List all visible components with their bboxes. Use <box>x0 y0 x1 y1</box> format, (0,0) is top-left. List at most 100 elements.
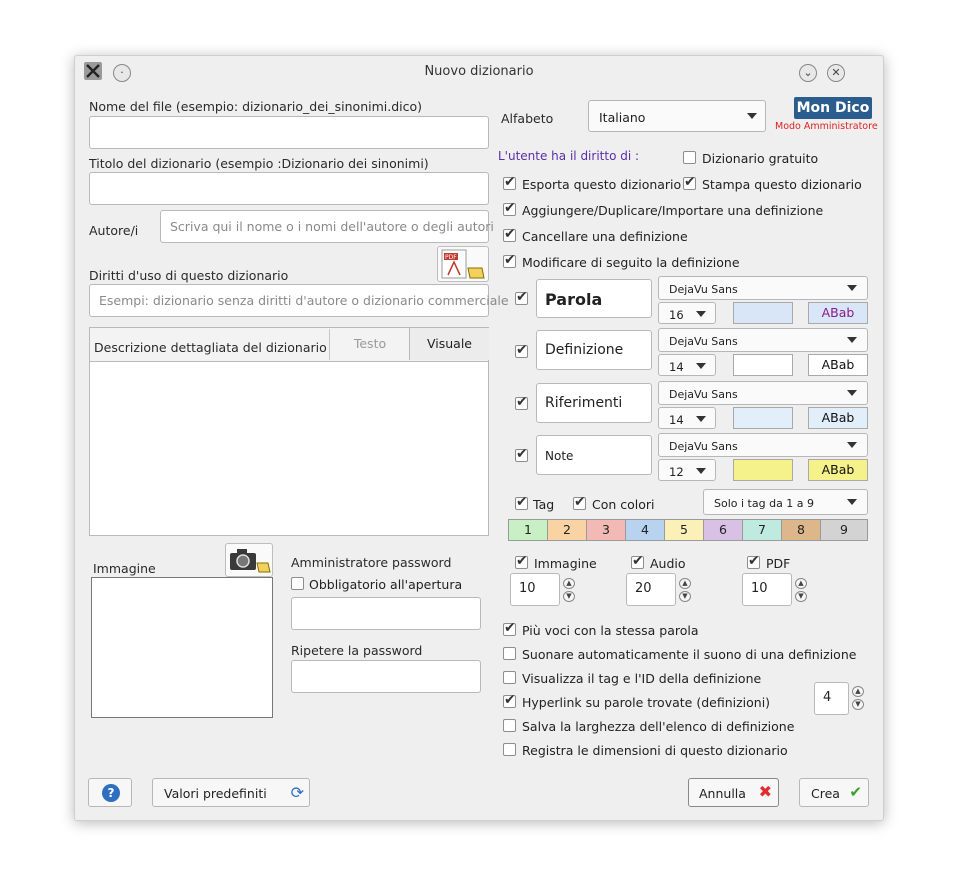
option-save-width-checkbox[interactable] <box>503 719 516 732</box>
spin-down-icon[interactable]: ▼ <box>852 699 864 710</box>
camera-icon[interactable] <box>225 543 273 577</box>
tag-4[interactable]: 4 <box>626 520 665 540</box>
dialog-window: · Nuovo dizionario ⌄ ✕ Nome del file (es… <box>74 55 884 821</box>
spin-down-icon[interactable]: ▼ <box>679 591 691 602</box>
delete-checkbox[interactable] <box>503 226 516 242</box>
media-image-spinbox[interactable]: 10 <box>510 573 560 606</box>
media-pdf-checkbox[interactable] <box>747 553 760 569</box>
close-button[interactable]: ✕ <box>827 64 845 82</box>
tag-6[interactable]: 6 <box>704 520 743 540</box>
field-note-name[interactable]: Note <box>536 435 652 475</box>
field-definizione-checkbox[interactable] <box>515 342 528 358</box>
add-label: Aggiungere/Duplicare/Importare una defin… <box>522 203 824 218</box>
help-button[interactable]: ? <box>88 778 132 807</box>
admin-password-input[interactable] <box>291 597 481 630</box>
logo-title: Mon Dico <box>796 100 870 116</box>
chevron-down-icon <box>696 311 706 317</box>
image-preview[interactable] <box>91 577 273 718</box>
spin-down-icon[interactable]: ▼ <box>563 591 575 602</box>
option-show-tag-id-checkbox[interactable] <box>503 671 516 684</box>
field-definizione-bg-color[interactable] <box>733 354 793 376</box>
field-riferimenti-font-select[interactable]: DejaVu Sans <box>658 381 868 405</box>
colors-checkbox[interactable] <box>573 494 586 510</box>
chevron-down-icon <box>847 285 857 291</box>
field-note-font-select[interactable]: DejaVu Sans <box>658 433 868 457</box>
add-checkbox[interactable] <box>503 200 516 216</box>
field-parola-font: DejaVu Sans <box>669 283 738 296</box>
tag-9[interactable]: 9 <box>821 520 867 540</box>
free-dict-checkbox[interactable] <box>683 151 696 164</box>
spin-up-icon[interactable]: ▲ <box>795 578 807 589</box>
tag-5[interactable]: 5 <box>665 520 704 540</box>
media-image-checkbox[interactable] <box>515 553 528 569</box>
field-note-text: Note <box>545 449 574 463</box>
tab-testo[interactable]: Testo <box>329 329 410 360</box>
cancel-button[interactable]: Annulla ✖ <box>688 778 779 807</box>
option-save-size-checkbox[interactable] <box>503 743 516 756</box>
tag-checkbox[interactable] <box>515 494 528 510</box>
tag-range-select[interactable]: Solo i tag da 1 a 9 <box>703 489 868 515</box>
media-pdf-label: PDF <box>766 556 791 571</box>
option-multiple-entries-checkbox[interactable] <box>503 620 516 636</box>
field-riferimenti-bg-color[interactable] <box>733 407 793 429</box>
field-riferimenti-sample[interactable]: ABab <box>808 407 868 429</box>
field-note-bg-color[interactable] <box>733 459 793 481</box>
field-parola-size-select[interactable]: 16 <box>658 302 716 324</box>
tag-8[interactable]: 8 <box>782 520 821 540</box>
field-parola-checkbox[interactable] <box>515 289 528 305</box>
spin-up-icon[interactable]: ▲ <box>852 686 864 697</box>
minimize-button[interactable]: ⌄ <box>799 64 817 82</box>
media-pdf-value: 10 <box>751 581 768 596</box>
pdf-open-icon[interactable]: PDF <box>437 246 489 282</box>
field-definizione-sample[interactable]: ABab <box>808 354 868 376</box>
hyperlink-spin-buttons[interactable]: ▲ ▼ <box>852 686 864 710</box>
field-note-checkbox[interactable] <box>515 446 528 462</box>
tab-visuale[interactable]: Visuale <box>409 328 489 360</box>
field-parola-name[interactable]: Parola <box>536 279 652 318</box>
tag-3[interactable]: 3 <box>587 520 626 540</box>
tag-label: Tag <box>533 497 555 512</box>
media-image-spin-buttons[interactable]: ▲ ▼ <box>563 578 575 602</box>
field-parola-sample[interactable]: ABab <box>808 302 868 324</box>
tag-2[interactable]: 2 <box>548 520 587 540</box>
hyperlink-spinbox[interactable]: 4 <box>814 682 849 715</box>
field-riferimenti-name[interactable]: Riferimenti <box>536 383 652 423</box>
alphabet-select[interactable]: Italiano <box>588 100 766 132</box>
tag-1[interactable]: 1 <box>509 520 548 540</box>
create-button[interactable]: Crea ✔ <box>799 778 869 807</box>
rights-input[interactable]: Esempi: dizionario senza diritti d'autor… <box>89 284 509 317</box>
chevron-down-icon <box>847 499 857 505</box>
close-icon: ✖ <box>758 782 772 801</box>
field-riferimenti-size-select[interactable]: 14 <box>658 407 716 429</box>
spin-down-icon[interactable]: ▼ <box>795 591 807 602</box>
media-pdf-spin-buttons[interactable]: ▲ ▼ <box>795 578 807 602</box>
field-parola-bg-color[interactable] <box>733 302 793 324</box>
tag-7[interactable]: 7 <box>743 520 782 540</box>
authors-input[interactable]: Scriva qui il nome o i nomi dell'autore … <box>160 210 494 243</box>
option-autoplay-sound-checkbox[interactable] <box>503 647 516 660</box>
media-audio-checkbox[interactable] <box>631 553 644 569</box>
defaults-button[interactable]: Valori predefiniti ⟳ <box>152 778 310 807</box>
print-checkbox[interactable] <box>683 174 696 190</box>
field-definizione-name[interactable]: Definizione <box>536 330 652 370</box>
description-editor[interactable] <box>90 362 488 535</box>
export-checkbox[interactable] <box>503 174 516 190</box>
field-definizione-font-select[interactable]: DejaVu Sans <box>658 328 868 352</box>
media-audio-spinbox[interactable]: 20 <box>626 573 676 606</box>
mandatory-checkbox[interactable] <box>291 577 304 590</box>
field-parola-font-select[interactable]: DejaVu Sans <box>658 276 868 300</box>
spin-up-icon[interactable]: ▲ <box>563 578 575 589</box>
option-hyperlink-checkbox[interactable] <box>503 692 516 708</box>
modify-checkbox[interactable] <box>503 252 516 268</box>
field-definizione-size-select[interactable]: 14 <box>658 354 716 376</box>
repeat-password-input[interactable] <box>291 660 481 693</box>
media-pdf-spinbox[interactable]: 10 <box>742 573 792 606</box>
field-note-sample[interactable]: ABab <box>808 459 868 481</box>
filename-input[interactable] <box>89 116 489 149</box>
field-note-size-select[interactable]: 12 <box>658 459 716 481</box>
spin-up-icon[interactable]: ▲ <box>679 578 691 589</box>
dict-title-input[interactable] <box>89 172 489 205</box>
help-icon: ? <box>102 784 120 802</box>
media-audio-spin-buttons[interactable]: ▲ ▼ <box>679 578 691 602</box>
field-riferimenti-checkbox[interactable] <box>515 394 528 410</box>
